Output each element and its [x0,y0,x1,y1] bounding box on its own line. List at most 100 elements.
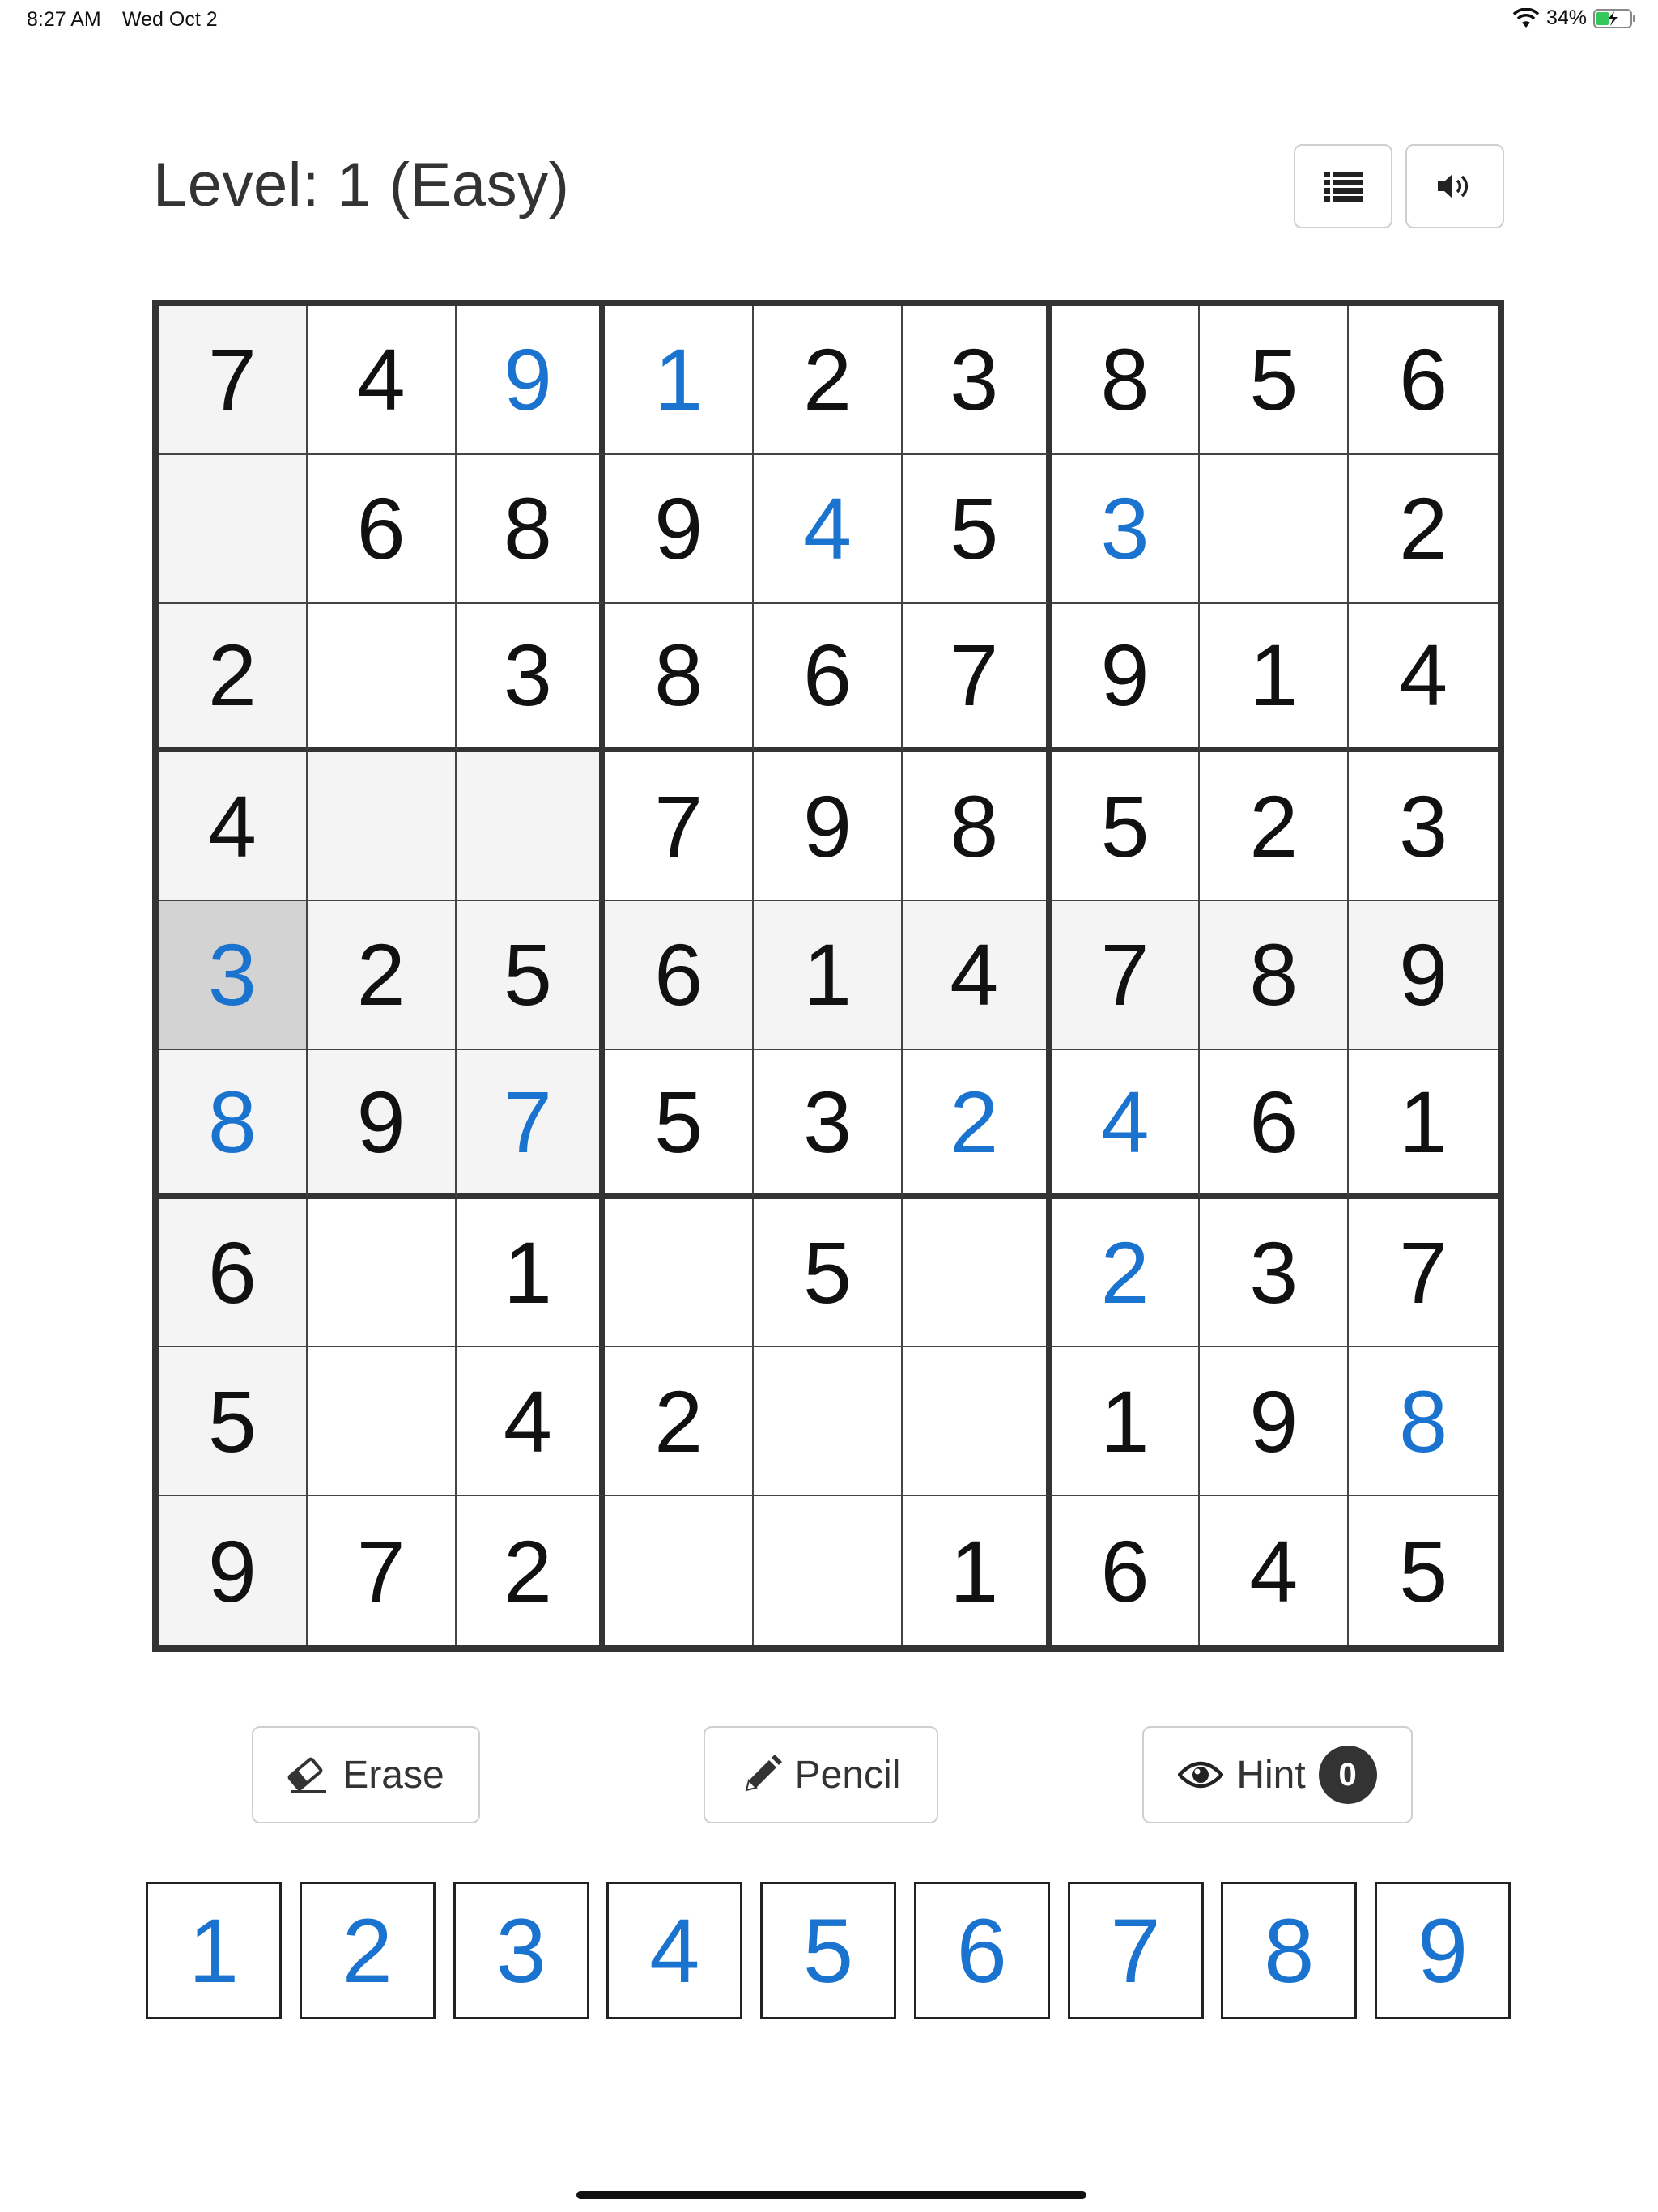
cell-r3-c9[interactable]: 4 [1349,603,1498,753]
cell-r2-c2[interactable]: 6 [307,454,457,604]
number-pad: 123456789 [146,1882,1511,2019]
cell-r7-c8[interactable]: 3 [1200,1198,1350,1348]
cell-r1-c3[interactable]: 9 [456,306,606,455]
cell-r5-c5[interactable]: 1 [754,901,903,1050]
cell-r3-c5[interactable]: 6 [754,603,903,753]
cell-r1-c9[interactable]: 6 [1349,306,1498,455]
cell-r4-c4[interactable]: 7 [605,752,755,902]
cell-r2-c9[interactable]: 2 [1349,454,1498,604]
number-button-4[interactable]: 4 [606,1882,743,2019]
hint-count-badge: 0 [1318,1746,1377,1804]
sound-button[interactable] [1405,144,1504,228]
cell-r7-c4[interactable] [605,1198,755,1348]
cell-r3-c2[interactable] [307,603,457,753]
number-button-6[interactable]: 6 [913,1882,1050,2019]
cell-r6-c7[interactable]: 4 [1051,1049,1201,1199]
cell-r5-c7[interactable]: 7 [1051,901,1201,1050]
home-indicator[interactable] [576,2191,1086,2199]
cell-r9-c4[interactable] [605,1496,755,1645]
number-button-3[interactable]: 3 [453,1882,589,2019]
number-button-7[interactable]: 7 [1067,1882,1204,2019]
cell-r7-c5[interactable]: 5 [754,1198,903,1348]
cell-r7-c6[interactable] [902,1198,1052,1348]
cell-r8-c8[interactable]: 9 [1200,1347,1350,1497]
cell-r7-c3[interactable]: 1 [456,1198,606,1348]
cell-r8-c6[interactable] [902,1347,1052,1497]
eye-icon [1178,1761,1224,1789]
cell-r9-c2[interactable]: 7 [307,1496,457,1645]
cell-r5-c6[interactable]: 4 [902,901,1052,1050]
cell-r4-c2[interactable] [307,752,457,902]
cell-r7-c9[interactable]: 7 [1349,1198,1498,1348]
number-button-2[interactable]: 2 [299,1882,436,2019]
cell-r3-c6[interactable]: 7 [902,603,1052,753]
erase-button[interactable]: Erase [252,1726,480,1823]
cell-r7-c7[interactable]: 2 [1051,1198,1201,1348]
cell-r7-c2[interactable] [307,1198,457,1348]
cell-r2-c5[interactable]: 4 [754,454,903,604]
cell-r1-c8[interactable]: 5 [1200,306,1350,455]
number-button-8[interactable]: 8 [1221,1882,1358,2019]
volume-icon [1438,174,1469,198]
cell-r1-c6[interactable]: 3 [902,306,1052,455]
cell-r5-c4[interactable]: 6 [605,901,755,1050]
cell-r8-c3[interactable]: 4 [456,1347,606,1497]
cell-r5-c1[interactable]: 3 [159,901,308,1050]
hint-button[interactable]: Hint 0 [1142,1726,1413,1823]
cell-r1-c2[interactable]: 4 [307,306,457,455]
cell-r6-c1[interactable]: 8 [159,1049,308,1199]
cell-r4-c3[interactable] [456,752,606,902]
cell-r8-c7[interactable]: 1 [1051,1347,1201,1497]
cell-r4-c5[interactable]: 9 [754,752,903,902]
cell-r5-c9[interactable]: 9 [1349,901,1498,1050]
cell-r9-c1[interactable]: 9 [159,1496,308,1645]
cell-r3-c1[interactable]: 2 [159,603,308,753]
cell-r2-c6[interactable]: 5 [902,454,1052,604]
cell-r8-c9[interactable]: 8 [1349,1347,1498,1497]
cell-r5-c2[interactable]: 2 [307,901,457,1050]
cell-r9-c7[interactable]: 6 [1051,1496,1201,1645]
cell-r4-c1[interactable]: 4 [159,752,308,902]
cell-r3-c7[interactable]: 9 [1051,603,1201,753]
cell-r1-c1[interactable]: 7 [159,306,308,455]
cell-r4-c8[interactable]: 2 [1200,752,1350,902]
cell-r9-c9[interactable]: 5 [1349,1496,1498,1645]
cell-r6-c4[interactable]: 5 [605,1049,755,1199]
cell-r8-c1[interactable]: 5 [159,1347,308,1497]
list-button[interactable] [1294,144,1392,228]
cell-r8-c4[interactable]: 2 [605,1347,755,1497]
cell-r2-c7[interactable]: 3 [1051,454,1201,604]
cell-r6-c6[interactable]: 2 [902,1049,1052,1199]
cell-r4-c9[interactable]: 3 [1349,752,1498,902]
cell-r3-c3[interactable]: 3 [456,603,606,753]
cell-r2-c3[interactable]: 8 [456,454,606,604]
number-button-5[interactable]: 5 [760,1882,896,2019]
cell-r4-c6[interactable]: 8 [902,752,1052,902]
cell-r6-c2[interactable]: 9 [307,1049,457,1199]
cell-r5-c8[interactable]: 8 [1200,901,1350,1050]
cell-r1-c5[interactable]: 2 [754,306,903,455]
number-button-9[interactable]: 9 [1375,1882,1511,2019]
pencil-button[interactable]: Pencil [704,1726,938,1823]
cell-r8-c2[interactable] [307,1347,457,1497]
cell-r6-c8[interactable]: 6 [1200,1049,1350,1199]
number-button-1[interactable]: 1 [146,1882,282,2019]
cell-r7-c1[interactable]: 6 [159,1198,308,1348]
cell-r2-c8[interactable] [1200,454,1350,604]
cell-r9-c6[interactable]: 1 [902,1496,1052,1645]
cell-r9-c5[interactable] [754,1496,903,1645]
cell-r9-c3[interactable]: 2 [456,1496,606,1645]
cell-r4-c7[interactable]: 5 [1051,752,1201,902]
cell-r5-c3[interactable]: 5 [456,901,606,1050]
cell-r6-c3[interactable]: 7 [456,1049,606,1199]
cell-r3-c4[interactable]: 8 [605,603,755,753]
cell-r6-c9[interactable]: 1 [1349,1049,1498,1199]
cell-r3-c8[interactable]: 1 [1200,603,1350,753]
cell-r2-c4[interactable]: 9 [605,454,755,604]
cell-r6-c5[interactable]: 3 [754,1049,903,1199]
cell-r1-c7[interactable]: 8 [1051,306,1201,455]
cell-r1-c4[interactable]: 1 [605,306,755,455]
cell-r2-c1[interactable] [159,454,308,604]
cell-r8-c5[interactable] [754,1347,903,1497]
cell-r9-c8[interactable]: 4 [1200,1496,1350,1645]
